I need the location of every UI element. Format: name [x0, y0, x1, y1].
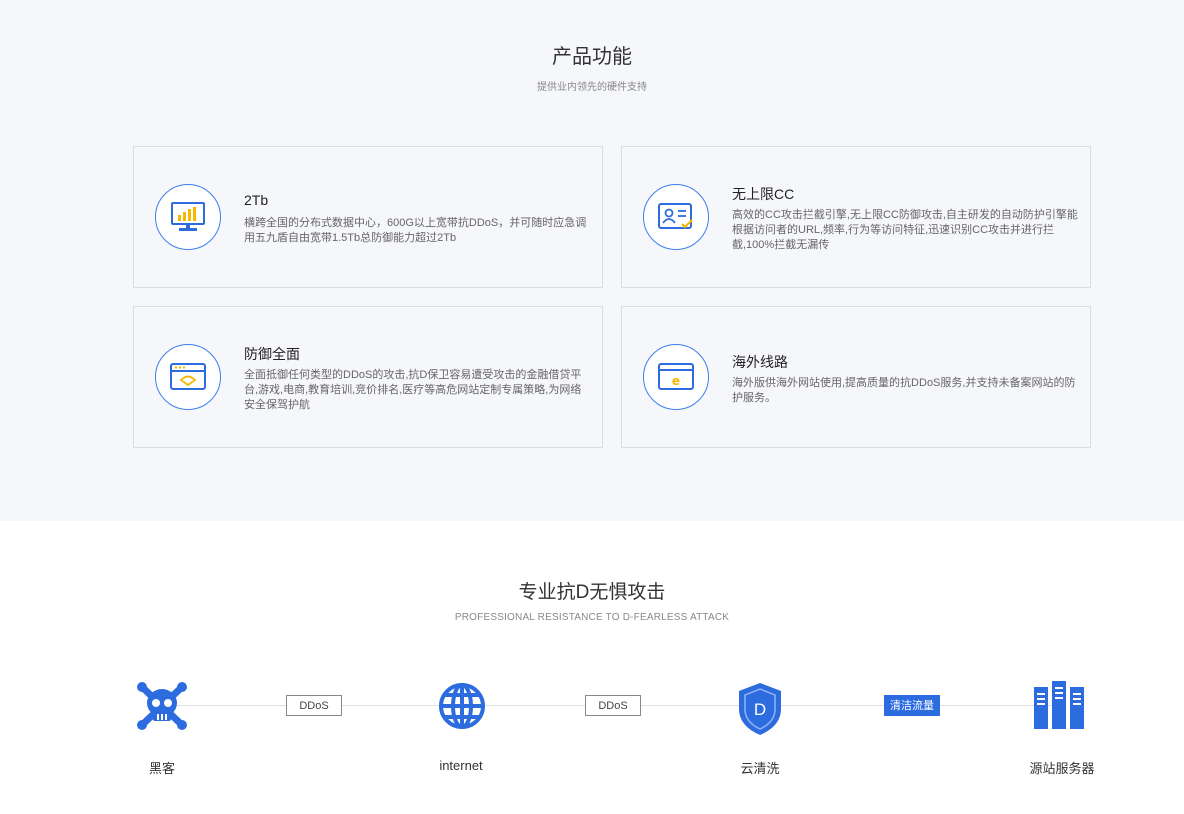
feature-title: 防御全面 — [244, 346, 300, 362]
feature-desc: 高效的CC攻击拦截引擎,无上限CC防御攻击,自主研发的自动防护引擎能根据访问者的… — [732, 209, 1078, 251]
feature-card-full-defense: 防御全面 全面抵御任何类型的DDoS的攻击,抗D保卫容易遭受攻击的金融借贷平台,… — [133, 306, 603, 448]
skull-crossbones-icon — [136, 681, 188, 736]
features-subtitle: 提供业内领先的硬件支持 — [537, 82, 647, 93]
feature-desc: 海外版供海外网站使用,提高质量的抗DDoS服务,并支持未备案网站的防护服务。 — [732, 377, 1076, 404]
feature-desc: 全面抵御任何类型的DDoS的攻击,抗D保卫容易遭受攻击的金融借贷平台,游戏,电商… — [244, 369, 582, 411]
feature-card-2tb: 2Tb 横跨全国的分布式数据中心，600G以上宽带抗DDoS，并可随时应急调用五… — [133, 146, 603, 288]
features-title: 产品功能 — [552, 46, 632, 68]
feature-title: 无上限CC — [732, 186, 795, 202]
feature-title: 海外线路 — [732, 354, 788, 370]
svg-text:e: e — [672, 374, 680, 388]
tag-ddos-1: DDoS — [286, 695, 342, 716]
tag-ddos-2: DDoS — [585, 695, 641, 716]
server-rack-icon — [1032, 681, 1086, 736]
feature-desc: 横跨全国的分布式数据中心，600G以上宽带抗DDoS，并可随时应急调用五九盾自由… — [244, 217, 587, 244]
node-label-hacker: 黑客 — [148, 761, 175, 776]
attack-flow-section: 专业抗D无惧攻击 PROFESSIONAL RESISTANCE TO D-FE… — [0, 521, 1184, 814]
monitor-chart-icon — [155, 184, 221, 250]
tag-clean-traffic: 清洁流量 — [884, 695, 940, 716]
svg-text:D: D — [754, 700, 766, 719]
attack-subtitle: PROFESSIONAL RESISTANCE TO D-FEARLESS AT… — [454, 612, 730, 623]
node-label-internet: internet — [439, 758, 483, 773]
shield-d-icon: D — [736, 681, 784, 742]
feature-card-cc: 无上限CC 高效的CC攻击拦截引擎,无上限CC防御攻击,自主研发的自动防护引擎能… — [621, 146, 1091, 288]
id-card-check-icon — [643, 184, 709, 250]
attack-title: 专业抗D无惧攻击 — [518, 582, 666, 603]
feature-card-overseas: e 海外线路 海外版供海外网站使用,提高质量的抗DDoS服务,并支持未备案网站的… — [621, 306, 1091, 448]
browser-shield-icon — [155, 344, 221, 410]
globe-icon — [437, 681, 487, 736]
node-label-cloud-clean: 云清洗 — [740, 761, 780, 776]
browser-e-icon: e — [643, 344, 709, 410]
feature-title: 2Tb — [244, 192, 269, 208]
node-label-origin-server: 源站服务器 — [1029, 761, 1095, 776]
features-section: 产品功能 提供业内领先的硬件支持 2Tb 横跨全国的分布式数据中心，600G以上… — [0, 0, 1184, 521]
